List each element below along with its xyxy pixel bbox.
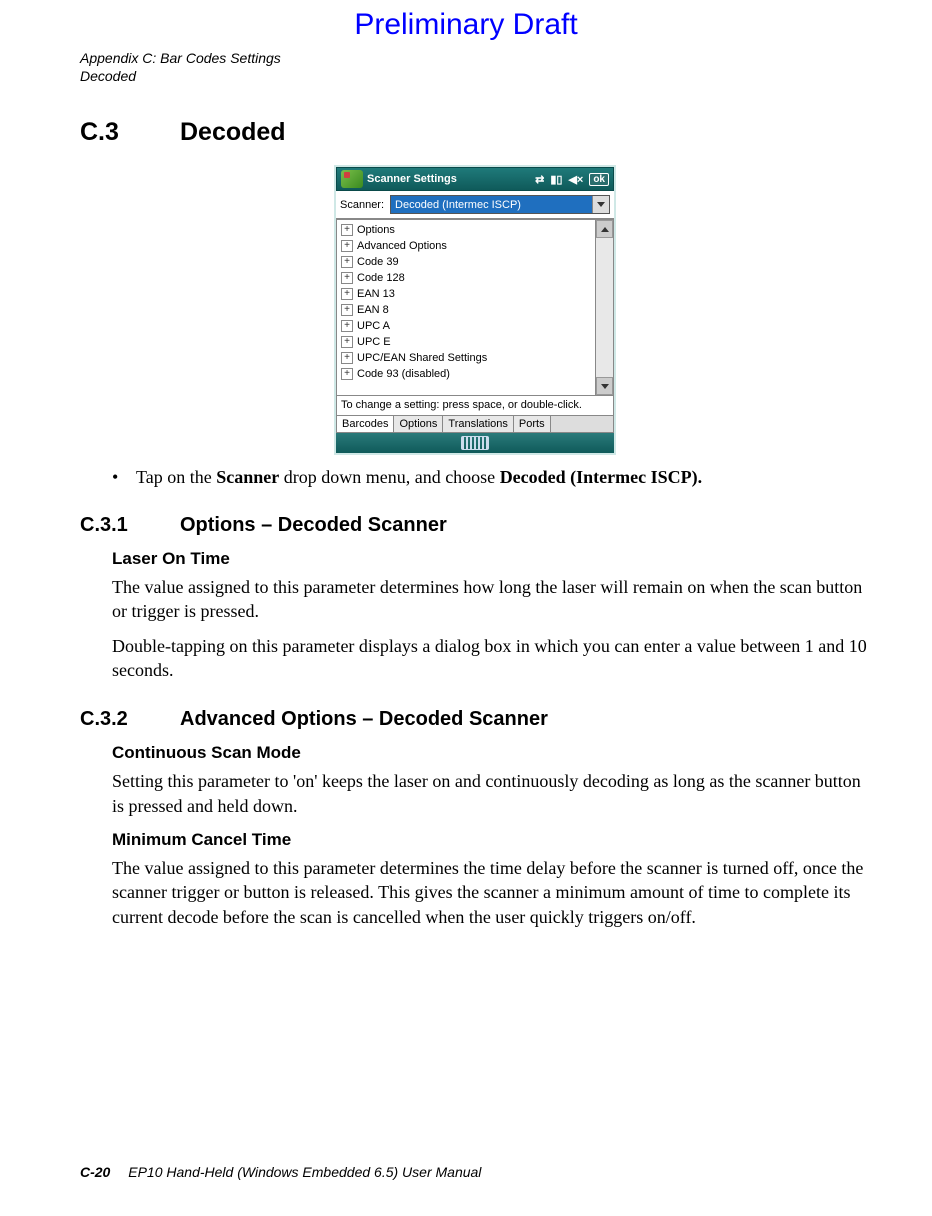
expand-icon[interactable]: + bbox=[341, 256, 353, 268]
page-number: C-20 bbox=[80, 1164, 110, 1180]
network-icon[interactable]: ⇄ bbox=[535, 173, 544, 186]
body-paragraph: Double-tapping on this parameter display… bbox=[112, 634, 870, 683]
tree-item[interactable]: + Code 93 (disabled) bbox=[339, 366, 595, 382]
section-number: C.3 bbox=[80, 118, 180, 147]
signal-icon[interactable]: ▮▯ bbox=[550, 173, 562, 186]
tree-item[interactable]: + UPC/EAN Shared Settings bbox=[339, 350, 595, 366]
tab-barcodes[interactable]: Barcodes bbox=[337, 416, 394, 432]
tree-item-label: Advanced Options bbox=[357, 240, 447, 252]
section-heading: C.3 Decoded bbox=[80, 118, 870, 147]
expand-icon[interactable]: + bbox=[341, 352, 353, 364]
running-header: Appendix C: Bar Codes Settings Decoded bbox=[80, 50, 281, 85]
expand-icon[interactable]: + bbox=[341, 336, 353, 348]
header-line2: Decoded bbox=[80, 68, 281, 86]
tree-item-label: UPC A bbox=[357, 320, 390, 332]
keyboard-icon[interactable] bbox=[461, 436, 489, 450]
tree-item[interactable]: + Advanced Options bbox=[339, 238, 595, 254]
tree-item[interactable]: + Code 128 bbox=[339, 270, 595, 286]
subsection-heading: C.3.1 Options – Decoded Scanner bbox=[80, 514, 870, 537]
tab-options[interactable]: Options bbox=[394, 416, 443, 432]
param-heading: Continuous Scan Mode bbox=[112, 743, 870, 763]
text-run: drop down menu, and choose bbox=[279, 467, 499, 487]
tree-item[interactable]: + Options bbox=[339, 222, 595, 238]
volume-icon[interactable]: ◀× bbox=[568, 173, 583, 186]
expand-icon[interactable]: + bbox=[341, 224, 353, 236]
watermark: Preliminary Draft bbox=[0, 8, 932, 42]
subsection-title: Options – Decoded Scanner bbox=[180, 514, 447, 537]
expand-icon[interactable]: + bbox=[341, 288, 353, 300]
settings-tree: + Options + Advanced Options + Code 39 + Cod… bbox=[336, 219, 614, 396]
expand-icon[interactable]: + bbox=[341, 240, 353, 252]
tree-item-label: EAN 8 bbox=[357, 304, 389, 316]
window-titlebar: Scanner Settings ⇄ ▮▯ ◀× ok bbox=[336, 167, 614, 191]
tab-ports[interactable]: Ports bbox=[514, 416, 551, 432]
tree-item-label: UPC E bbox=[357, 336, 391, 348]
subsection-number: C.3.2 bbox=[80, 708, 180, 731]
tree-item[interactable]: + EAN 8 bbox=[339, 302, 595, 318]
sip-bar bbox=[336, 433, 614, 453]
subsection-number: C.3.1 bbox=[80, 514, 180, 537]
ok-button[interactable]: ok bbox=[589, 173, 609, 186]
text-bold: Scanner bbox=[216, 467, 279, 487]
hint-text: To change a setting: press space, or dou… bbox=[336, 396, 614, 416]
tree-item[interactable]: + EAN 13 bbox=[339, 286, 595, 302]
text-run: Tap on the bbox=[136, 467, 216, 487]
body-paragraph: Setting this parameter to 'on' keeps the… bbox=[112, 769, 870, 818]
text-bold: Decoded (Intermec ISCP). bbox=[500, 467, 702, 487]
tree-item[interactable]: + Code 39 bbox=[339, 254, 595, 270]
scroll-track[interactable] bbox=[596, 238, 613, 377]
expand-icon[interactable]: + bbox=[341, 304, 353, 316]
embedded-screenshot: Scanner Settings ⇄ ▮▯ ◀× ok Scanner: Dec… bbox=[334, 165, 616, 455]
header-line1: Appendix C: Bar Codes Settings bbox=[80, 50, 281, 68]
expand-icon[interactable]: + bbox=[341, 320, 353, 332]
tab-bar: Barcodes Options Translations Ports bbox=[336, 416, 614, 433]
tree-item-label: UPC/EAN Shared Settings bbox=[357, 352, 487, 364]
start-icon[interactable] bbox=[341, 170, 363, 188]
scanner-dropdown-value: Decoded (Intermec ISCP) bbox=[395, 199, 521, 211]
chevron-down-icon[interactable] bbox=[592, 196, 609, 213]
footer-text: EP10 Hand-Held (Windows Embedded 6.5) Us… bbox=[128, 1164, 481, 1180]
instruction-bullet: • Tap on the Scanner drop down menu, and… bbox=[112, 467, 870, 488]
bullet-dot: • bbox=[112, 467, 136, 488]
tree-item-label: Code 128 bbox=[357, 272, 405, 284]
scanner-dropdown[interactable]: Decoded (Intermec ISCP) bbox=[390, 195, 610, 214]
system-tray: ⇄ ▮▯ ◀× ok bbox=[535, 173, 609, 186]
tree-item-label: Code 39 bbox=[357, 256, 399, 268]
scanner-select-row: Scanner: Decoded (Intermec ISCP) bbox=[336, 191, 614, 219]
tree-item[interactable]: + UPC E bbox=[339, 334, 595, 350]
tree-item-label: Options bbox=[357, 224, 395, 236]
expand-icon[interactable]: + bbox=[341, 368, 353, 380]
scanner-label: Scanner: bbox=[340, 199, 384, 211]
scroll-down-icon[interactable] bbox=[596, 377, 613, 395]
tree-item-label: EAN 13 bbox=[357, 288, 395, 300]
bullet-text: Tap on the Scanner drop down menu, and c… bbox=[136, 467, 702, 488]
param-heading: Laser On Time bbox=[112, 549, 870, 569]
scrollbar[interactable] bbox=[595, 220, 613, 395]
tree-item[interactable]: + UPC A bbox=[339, 318, 595, 334]
tab-translations[interactable]: Translations bbox=[443, 416, 514, 432]
tree-item-label: Code 93 (disabled) bbox=[357, 368, 450, 380]
window-title: Scanner Settings bbox=[367, 173, 535, 185]
body-paragraph: The value assigned to this parameter det… bbox=[112, 856, 870, 929]
expand-icon[interactable]: + bbox=[341, 272, 353, 284]
running-footer: C-20 EP10 Hand-Held (Windows Embedded 6.… bbox=[80, 1164, 481, 1180]
scroll-up-icon[interactable] bbox=[596, 220, 613, 238]
body-paragraph: The value assigned to this parameter det… bbox=[112, 575, 870, 624]
tree-items: + Options + Advanced Options + Code 39 + Cod… bbox=[337, 220, 595, 395]
subsection-title: Advanced Options – Decoded Scanner bbox=[180, 708, 548, 731]
section-title: Decoded bbox=[180, 118, 286, 147]
param-heading: Minimum Cancel Time bbox=[112, 830, 870, 850]
subsection-heading: C.3.2 Advanced Options – Decoded Scanner bbox=[80, 708, 870, 731]
